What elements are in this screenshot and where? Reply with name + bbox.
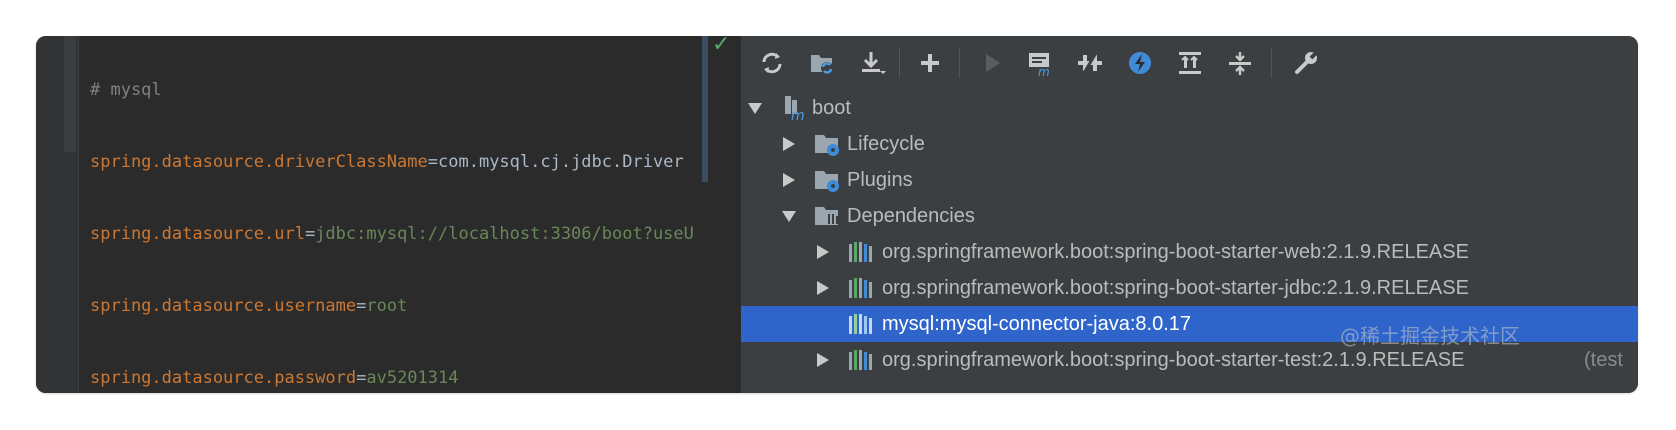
dependency-label: mysql:mysql-connector-java:8.0.17 (882, 312, 1192, 335)
code-line: spring.datasource.username=root (90, 294, 694, 318)
library-icon (847, 346, 875, 374)
tree-node-lifecycle[interactable]: Lifecycle (741, 126, 1638, 162)
offline-icon[interactable] (1123, 46, 1157, 80)
maven-toolbar: m (741, 36, 1638, 90)
folder-gear-icon (813, 130, 841, 158)
toolbar-separator (899, 48, 900, 78)
tree-node-label: Lifecycle (847, 132, 925, 155)
collapsed-arrow-icon[interactable] (815, 352, 831, 368)
equals-sign: = (427, 152, 439, 172)
expanded-arrow-icon[interactable] (747, 100, 763, 116)
toolbar-separator (1271, 48, 1272, 78)
collapsed-arrow-icon[interactable] (815, 280, 831, 296)
svg-text:m: m (791, 108, 805, 122)
properties-editor[interactable]: # mysql spring.datasource.driverClassNam… (36, 36, 741, 393)
property-value: av5201314 (366, 368, 459, 388)
library-icon (847, 238, 875, 266)
property-key: spring.datasource.password (90, 368, 357, 388)
add-icon[interactable] (913, 46, 947, 80)
svg-text:m: m (1038, 65, 1050, 77)
execute-goal-icon[interactable]: m (1023, 46, 1057, 80)
generate-sources-icon[interactable] (805, 46, 839, 80)
editor-scrollbar[interactable] (702, 36, 708, 182)
dependency-label: org.springframework.boot:spring-boot-sta… (882, 348, 1465, 371)
property-key: spring.datasource.driverClassName (90, 152, 428, 172)
tree-node-label: Plugins (847, 168, 913, 191)
property-value: com.mysql.cj.jdbc.Driver (438, 152, 684, 172)
code-line: spring.datasource.password=av5201314 (90, 366, 694, 390)
collapsed-arrow-icon[interactable] (781, 172, 797, 188)
reload-icon[interactable] (755, 46, 789, 80)
tree-node-dependencies[interactable]: Dependencies (741, 198, 1638, 234)
equals-sign: = (356, 296, 367, 316)
dependency-label: org.springframework.boot:spring-boot-sta… (882, 276, 1469, 299)
tree-node-label: boot (812, 96, 851, 119)
comment-text: # mysql (90, 80, 162, 100)
library-icon (847, 274, 875, 302)
folder-library-icon (813, 202, 841, 230)
dependency-scope: (test (1584, 348, 1623, 371)
tree-node-boot[interactable]: m boot (741, 90, 1638, 126)
dependency-item[interactable]: org.springframework.boot:spring-boot-sta… (741, 234, 1638, 270)
maven-module-icon: m (781, 94, 809, 124)
show-dependencies-icon[interactable] (1173, 46, 1207, 80)
folder-gear-icon (813, 166, 841, 194)
settings-wrench-icon[interactable] (1289, 46, 1323, 80)
library-icon (847, 310, 875, 338)
code-area[interactable]: # mysql spring.datasource.driverClassNam… (90, 36, 694, 393)
expanded-arrow-icon[interactable] (781, 208, 797, 224)
property-key: spring.datasource.url (90, 224, 305, 244)
dependency-label: org.springframework.boot:spring-boot-sta… (882, 240, 1469, 263)
toolbar-separator (959, 48, 960, 78)
code-line: spring.datasource.url=jdbc:mysql://local… (90, 222, 694, 246)
collapsed-arrow-icon[interactable] (815, 244, 831, 260)
code-line: spring.datasource.driverClassName=com.my… (90, 150, 694, 174)
equals-sign: = (356, 368, 367, 388)
equals-sign: = (304, 224, 316, 244)
collapse-all-icon[interactable] (1223, 46, 1257, 80)
collapsed-arrow-icon[interactable] (781, 136, 797, 152)
editor-gutter (36, 36, 79, 393)
download-icon[interactable] (855, 46, 889, 80)
property-value: jdbc:mysql://localhost:3306/boot?useU (315, 224, 694, 244)
check-icon: ✓ (712, 36, 731, 57)
tree-node-plugins[interactable]: Plugins (741, 162, 1638, 198)
property-key: spring.datasource.username (90, 296, 357, 316)
code-line: # mysql (90, 78, 694, 102)
skip-tests-icon[interactable] (1073, 46, 1107, 80)
run-icon[interactable] (975, 46, 1009, 80)
dependency-item[interactable]: org.springframework.boot:spring-boot-sta… (741, 270, 1638, 306)
property-value: root (366, 296, 408, 316)
tree-node-label: Dependencies (847, 204, 975, 227)
watermark: @稀土掘金技术社区 (1340, 324, 1520, 348)
gutter-fold-mark (64, 36, 76, 152)
